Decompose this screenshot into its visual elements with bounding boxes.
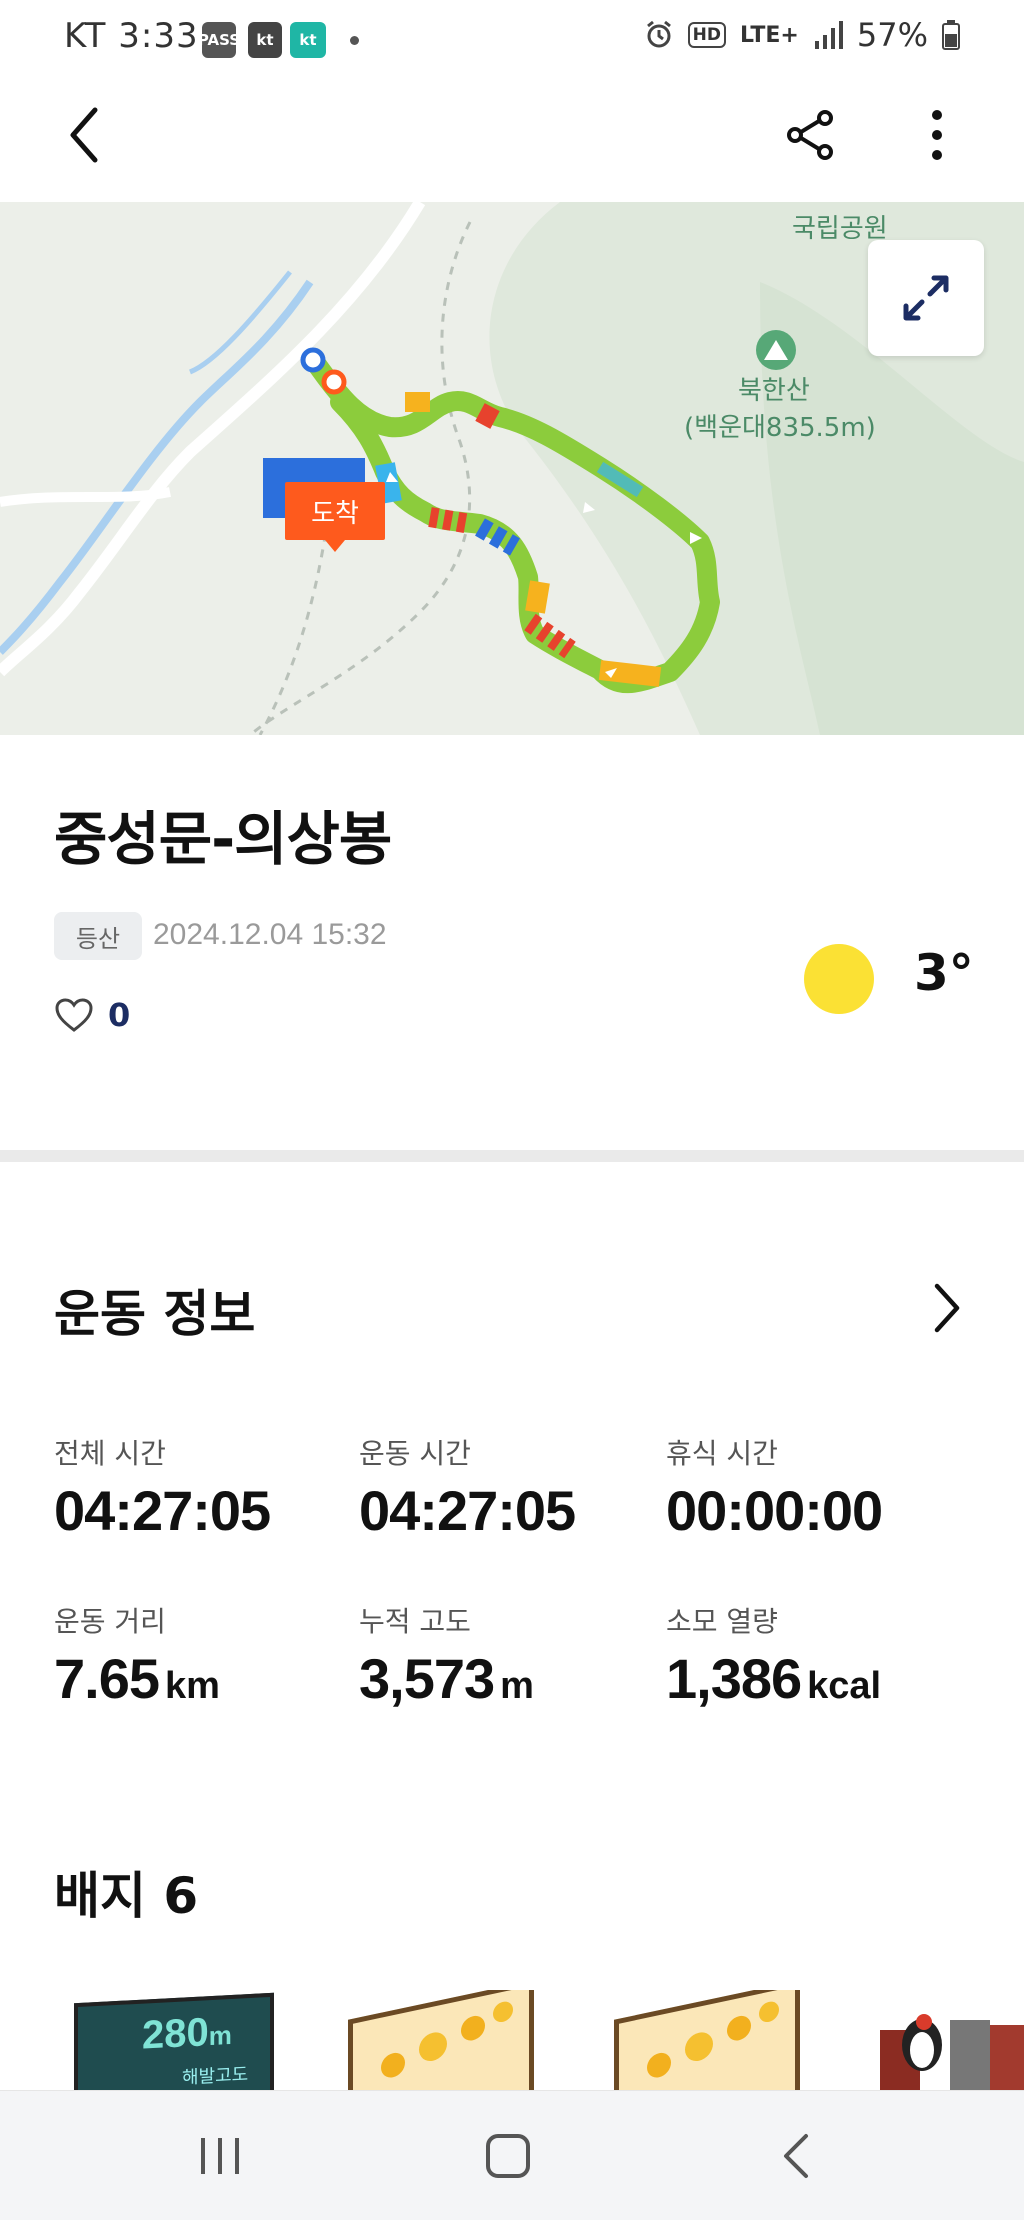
chevron-right-icon	[934, 1283, 960, 1333]
stat-unit: kcal	[807, 1665, 882, 1707]
badge-altitude[interactable]: 280m 해발고도	[74, 1992, 274, 2090]
stat-value: 00:00:00	[666, 1479, 883, 1542]
stat-value: 1,386	[666, 1647, 802, 1710]
leaves-icon	[381, 2001, 513, 2078]
alarm-icon	[646, 20, 671, 48]
stat-moving-time: 운동 시간 04:27:05	[359, 1432, 576, 1543]
back-button[interactable]	[50, 102, 116, 168]
category-badge: 등산	[54, 912, 142, 960]
stat-value: 7.65	[54, 1647, 160, 1710]
badge-altitude-caption: 해발고도	[182, 2064, 249, 2089]
badge-list[interactable]: 280m 해발고도	[0, 1990, 1024, 2090]
stat-label: 소모 열량	[666, 1605, 778, 1638]
stat-unit: km	[165, 1665, 220, 1707]
status-carrier-time: KT 3:33	[64, 16, 199, 56]
system-nav-bar	[0, 2090, 1024, 2220]
stat-label: 운동 거리	[54, 1605, 166, 1638]
expand-map-button[interactable]	[868, 240, 984, 356]
stat-elevation-gain: 누적 고도 3,573 m	[359, 1600, 534, 1711]
top-app-bar	[0, 90, 1024, 200]
more-vert-icon	[932, 110, 942, 160]
battery-percent: 57%	[856, 16, 928, 54]
badge-woodpecker[interactable]	[880, 2000, 1024, 2090]
exercise-info-heading: 운동 정보	[54, 1285, 256, 1343]
stat-value: 3,573	[359, 1647, 495, 1710]
status-icons: HD LTE+ 57%	[644, 16, 960, 54]
stat-value: 04:27:05	[359, 1479, 576, 1542]
kt-app-badge: kt	[290, 22, 326, 58]
network-type: LTE+	[740, 22, 799, 48]
heart-icon	[55, 998, 93, 1032]
stat-calories: 소모 열량 1,386 kcal	[666, 1600, 881, 1711]
activity-datetime: 2024.12.04 15:32	[153, 918, 387, 951]
nav-back-icon	[784, 2134, 808, 2178]
activity-title: 중성문-의상봉	[54, 805, 392, 873]
arrive-tag-pointer	[325, 540, 345, 552]
badges-heading: 배지 6	[54, 1867, 199, 1925]
home-icon	[486, 2134, 530, 2178]
sun-icon	[804, 944, 874, 1014]
badge-autumn-2[interactable]	[614, 1990, 800, 2090]
recents-icon	[201, 2138, 239, 2174]
status-bar: KT 3:33 PASS kt kt HD LTE+ 57%	[0, 0, 1024, 80]
map-park-label: 국립공원	[792, 214, 888, 244]
share-button[interactable]	[778, 102, 844, 168]
section-divider	[0, 1150, 1024, 1162]
exercise-info-more-button[interactable]	[922, 1278, 972, 1338]
notification-dot	[350, 36, 359, 45]
pass-badge: PASS	[198, 22, 240, 58]
map-mountain-peak: (백운대835.5m)	[684, 413, 876, 443]
arrive-tag: 도착	[285, 482, 385, 540]
expand-icon	[903, 275, 949, 321]
stat-rest-time: 휴식 시간 00:00:00	[666, 1432, 883, 1543]
stat-value: 04:27:05	[54, 1479, 271, 1542]
share-icon	[787, 110, 833, 160]
stat-label: 운동 시간	[359, 1437, 471, 1470]
home-button[interactable]	[468, 2121, 548, 2191]
stat-label: 누적 고도	[359, 1605, 471, 1638]
back-icon	[70, 107, 98, 163]
leaves-icon	[647, 2001, 779, 2078]
signal-icon	[814, 21, 843, 49]
battery-icon	[942, 20, 960, 50]
map-mountain-name: 북한산	[738, 376, 810, 406]
woodpecker-icon	[880, 2014, 1024, 2090]
more-options-button[interactable]	[904, 102, 970, 168]
temperature: 3°	[914, 944, 974, 1002]
stat-total-time: 전체 시간 04:27:05	[54, 1432, 271, 1543]
stat-label: 휴식 시간	[666, 1437, 778, 1470]
stat-unit: m	[500, 1665, 534, 1707]
like-button[interactable]: 0	[54, 996, 130, 1034]
badge-altitude-value: 280m	[142, 2010, 232, 2058]
like-count: 0	[108, 996, 131, 1034]
kt-badge: kt	[248, 22, 282, 58]
stat-label: 전체 시간	[54, 1437, 166, 1470]
badge-autumn-1[interactable]	[348, 1990, 534, 2090]
hd-icon: HD	[687, 22, 727, 48]
nav-back-button[interactable]	[756, 2121, 836, 2191]
recents-button[interactable]	[180, 2121, 260, 2191]
stat-distance: 운동 거리 7.65 km	[54, 1600, 220, 1711]
